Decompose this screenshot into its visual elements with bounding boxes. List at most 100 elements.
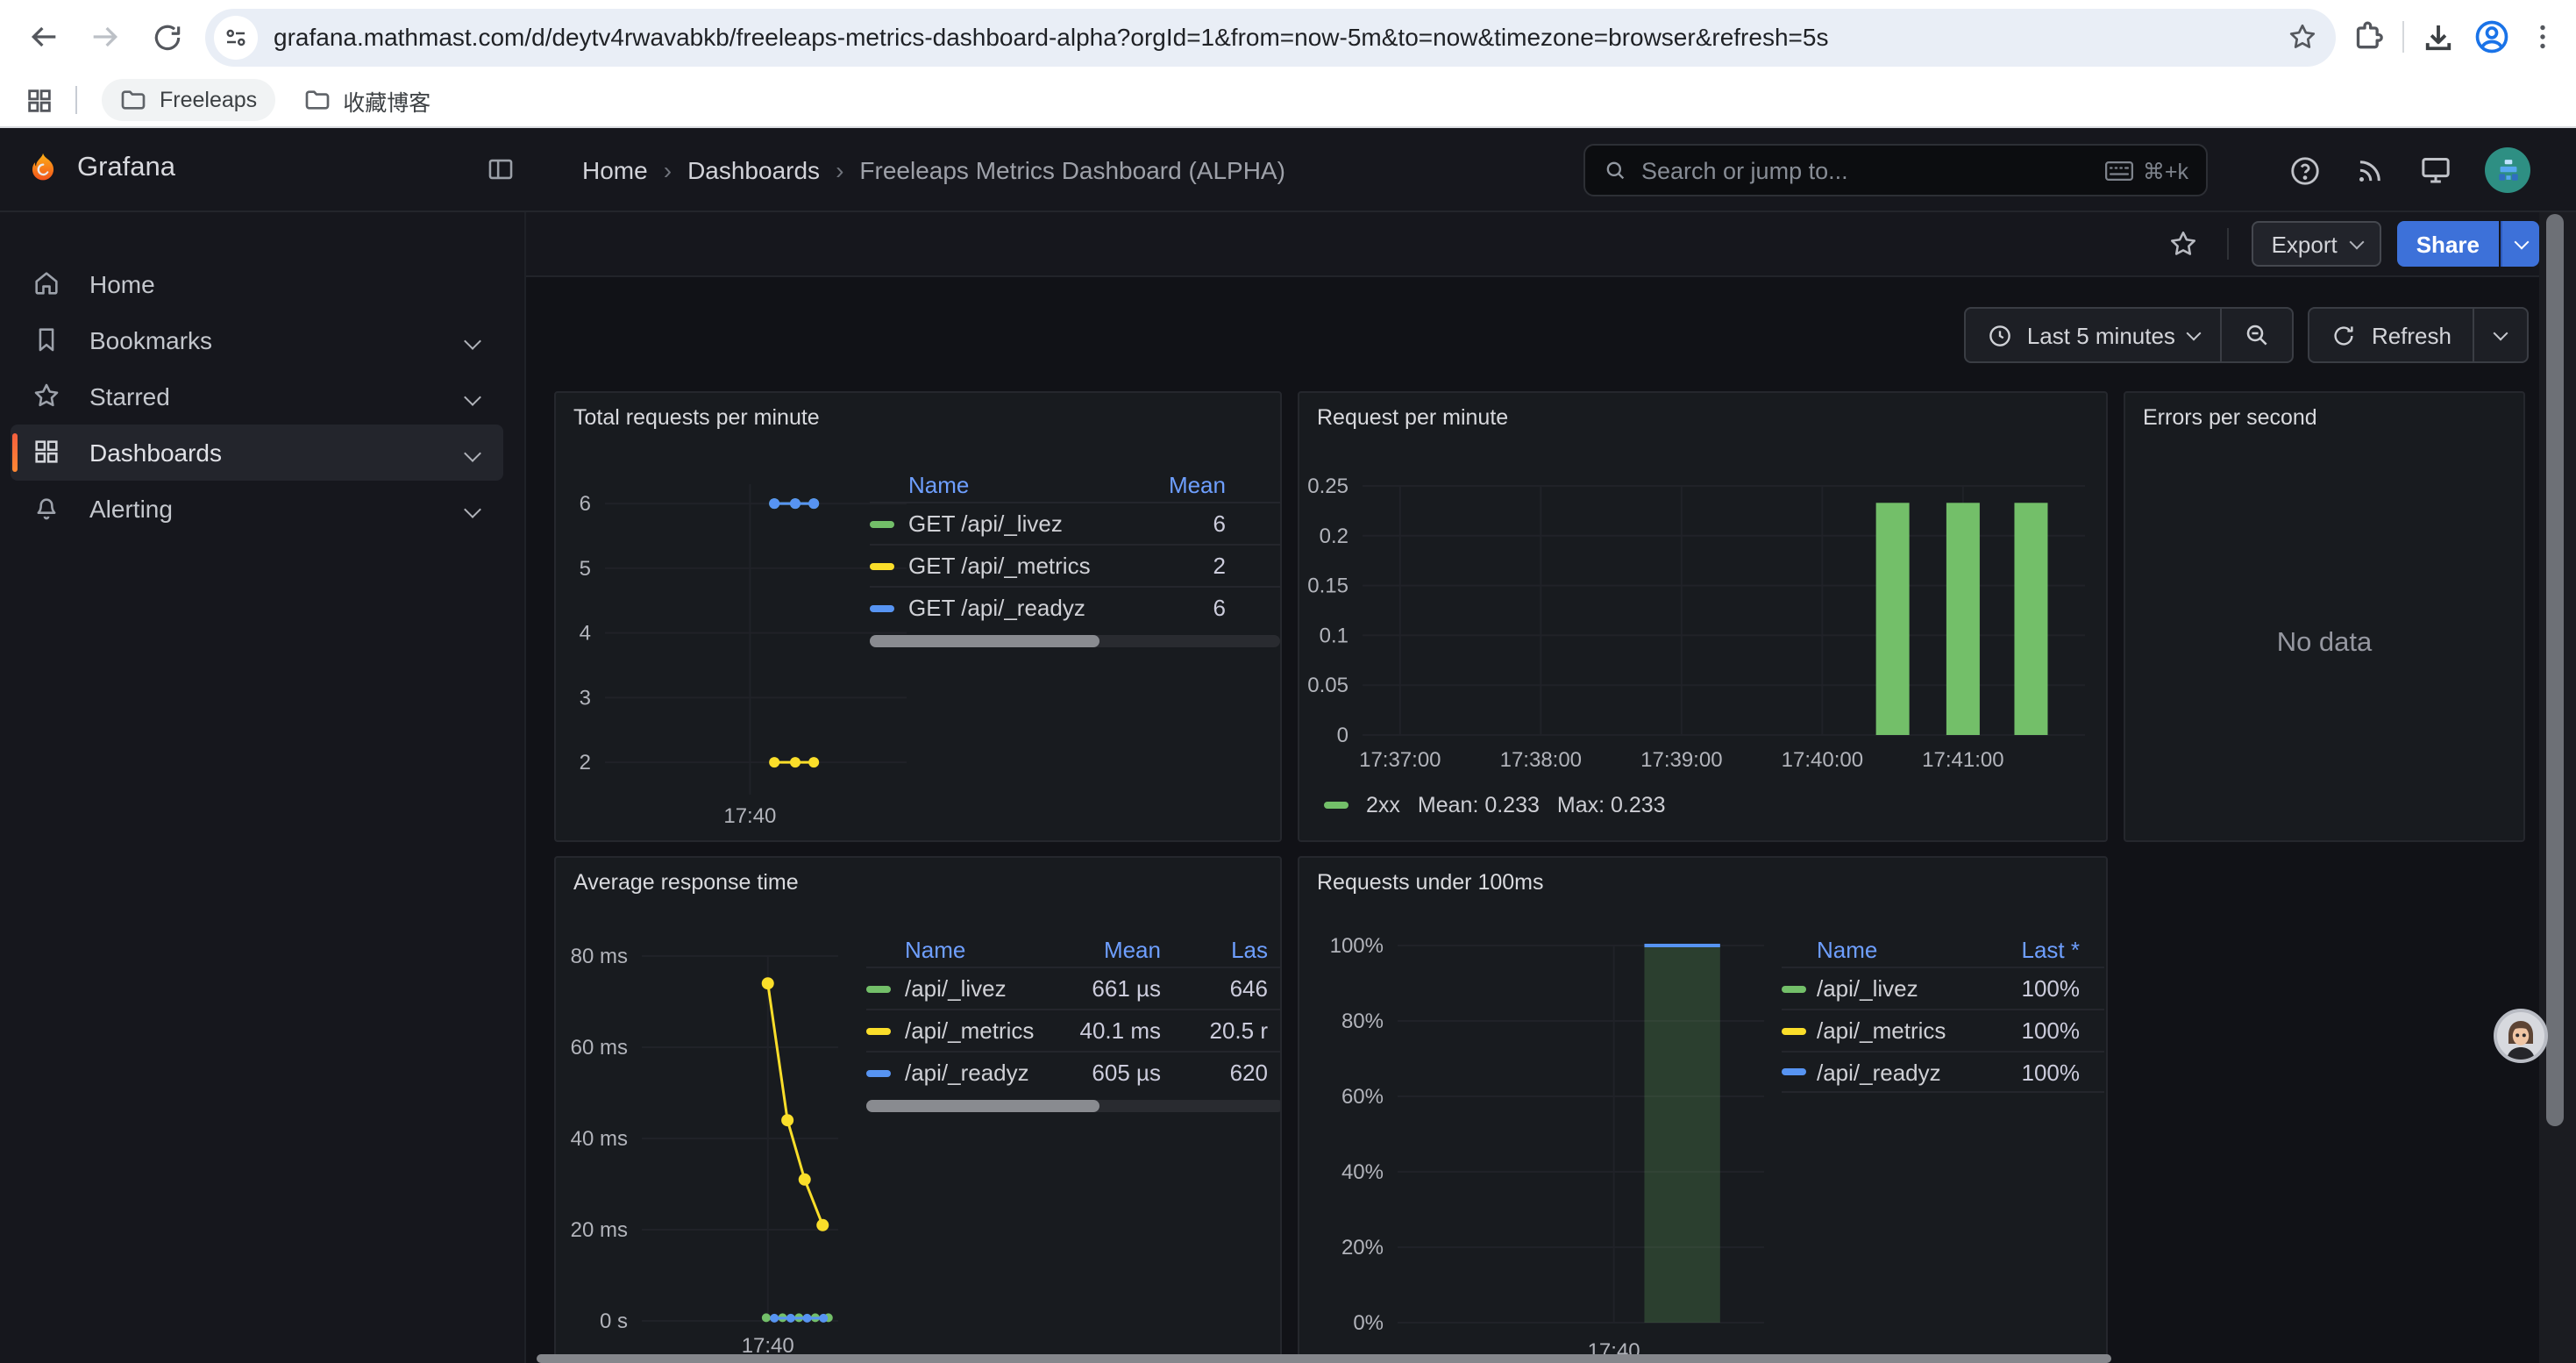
panel-title[interactable]: Errors per second: [2143, 405, 2317, 430]
share-button[interactable]: Share: [2397, 221, 2499, 267]
site-info-icon[interactable]: [214, 15, 258, 59]
chevron-down-icon[interactable]: [464, 500, 481, 517]
refresh-group: Refresh: [2309, 307, 2529, 363]
legend-row[interactable]: GET /api/_readyz 6: [870, 586, 1280, 628]
refresh-button[interactable]: Refresh: [2310, 309, 2473, 361]
forward-icon[interactable]: [82, 14, 128, 60]
scrollbar-thumb[interactable]: [866, 1100, 1100, 1112]
user-avatar[interactable]: [2485, 147, 2530, 193]
topnav-icons: [2288, 128, 2530, 212]
series-name[interactable]: /api/_livez: [1817, 975, 1975, 1002]
scrollbar-thumb[interactable]: [870, 635, 1099, 647]
share-button-group: Share: [2397, 221, 2539, 267]
series-name[interactable]: GET /api/_metrics: [908, 553, 1124, 579]
legend-row[interactable]: GET /api/_livez 6: [870, 502, 1280, 544]
panel-requests-under-100ms[interactable]: Requests under 100ms 100%80%60%40%20%0%1…: [1298, 856, 2108, 1363]
breadcrumb: Home › Dashboards › Freeleaps Metrics Da…: [582, 128, 1285, 212]
series-name[interactable]: /api/_readyz: [905, 1060, 1056, 1086]
series-name[interactable]: /api/_readyz: [1817, 1059, 1975, 1085]
svg-text:60%: 60%: [1341, 1085, 1384, 1109]
address-bar[interactable]: grafana.mathmast.com/d/deytv4rwavabkb/fr…: [205, 8, 2336, 66]
breadcrumb-dashboards[interactable]: Dashboards: [687, 156, 820, 184]
series-name[interactable]: GET /api/_readyz: [908, 595, 1124, 621]
url-text[interactable]: grafana.mathmast.com/d/deytv4rwavabkb/fr…: [274, 23, 2271, 51]
favorite-star-icon[interactable]: [2168, 228, 2200, 260]
help-icon[interactable]: [2288, 153, 2322, 187]
legend-inline[interactable]: 2xx Mean: 0.233 Max: 0.233: [1324, 793, 1666, 817]
vertical-scrollbar-thumb[interactable]: [2546, 214, 2564, 1126]
legend-header: Name Mean Las: [866, 931, 1282, 967]
sidebar-item-starred[interactable]: Starred: [11, 368, 503, 425]
series-name[interactable]: /api/_metrics: [1817, 1017, 1975, 1044]
legend-scrollbar[interactable]: [870, 635, 1280, 647]
legend-row[interactable]: /api/_readyz 605 µs 620: [866, 1051, 1282, 1093]
news-rss-icon[interactable]: [2353, 153, 2387, 187]
downloads-icon[interactable]: [2420, 18, 2457, 55]
sidebar-item-home[interactable]: Home: [11, 256, 503, 312]
assistant-avatar[interactable]: [2494, 1009, 2548, 1063]
legend-col-last[interactable]: Last *: [1975, 936, 2080, 962]
chevron-down-icon[interactable]: [464, 332, 481, 349]
series-mean: 40.1 ms: [1056, 1017, 1161, 1044]
legend-col-name[interactable]: Name: [908, 471, 1124, 497]
legend-col-last[interactable]: Las: [1161, 936, 1268, 962]
grafana-logo[interactable]: [25, 151, 61, 188]
series-name[interactable]: /api/_livez: [905, 975, 1056, 1002]
legend-row[interactable]: GET /api/_metrics 2: [870, 544, 1280, 586]
bookmark-folder-freeleaps[interactable]: Freeleaps: [102, 79, 274, 121]
zoom-out-button[interactable]: [2223, 309, 2293, 361]
series-name[interactable]: GET /api/_livez: [908, 510, 1124, 537]
profile-icon[interactable]: [2473, 18, 2511, 56]
legend-row[interactable]: /api/_metrics 40.1 ms 20.5 r: [866, 1009, 1282, 1051]
sidebar-item-label: Alerting: [89, 495, 173, 523]
panel-request-per-minute[interactable]: Request per minute 0.250.20.150.10.05017…: [1298, 391, 2108, 842]
legend-row[interactable]: /api/_livez 100%: [1782, 967, 2104, 1009]
panel-total-requests-per-minute[interactable]: Total requests per minute 6543217:40 Nam…: [554, 391, 1282, 842]
legend-col-mean[interactable]: Mean: [1056, 936, 1161, 962]
legend-row[interactable]: /api/_readyz 100%: [1782, 1051, 2104, 1093]
panel-average-response-time[interactable]: Average response time 80 ms60 ms40 ms20 …: [554, 856, 1282, 1363]
bookmark-star-icon[interactable]: [2287, 21, 2318, 53]
time-controls: Last 5 minutes Refresh: [526, 307, 2576, 363]
share-menu-button[interactable]: [2501, 221, 2539, 267]
sidebar-item-bookmarks[interactable]: Bookmarks: [11, 312, 503, 368]
svg-text:17:40:00: 17:40:00: [1782, 748, 1863, 772]
reload-icon[interactable]: [144, 14, 189, 60]
legend-col-name[interactable]: Name: [905, 936, 1056, 962]
series-name[interactable]: /api/_metrics: [905, 1017, 1056, 1044]
chevron-down-icon[interactable]: [464, 444, 481, 461]
svg-text:20%: 20%: [1341, 1236, 1384, 1260]
horizontal-scrollbar-thumb[interactable]: [537, 1354, 2111, 1363]
extensions-icon[interactable]: [2352, 19, 2387, 54]
apps-grid-icon[interactable]: [25, 85, 54, 115]
chevron-down-icon: [2514, 234, 2529, 249]
svg-text:3: 3: [580, 686, 591, 710]
time-range-label: Last 5 minutes: [2027, 322, 2175, 348]
legend-row[interactable]: /api/_livez 661 µs 646: [866, 967, 1282, 1009]
search-placeholder: Search or jump to...: [1641, 157, 2090, 183]
svg-text:17:37:00: 17:37:00: [1359, 748, 1441, 772]
svg-text:0.25: 0.25: [1307, 475, 1348, 498]
legend-row[interactable]: /api/_metrics 100%: [1782, 1009, 2104, 1051]
browser-menu-icon[interactable]: [2527, 21, 2558, 53]
mega-menu-toggle-icon[interactable]: [486, 154, 516, 193]
sidebar-item-dashboards[interactable]: Dashboards: [11, 425, 503, 481]
refresh-interval-button[interactable]: [2474, 309, 2527, 361]
legend-col-name[interactable]: Name: [1817, 936, 1975, 962]
back-icon[interactable]: [21, 14, 67, 60]
monitor-icon[interactable]: [2418, 153, 2453, 188]
active-accent-bar: [12, 433, 18, 472]
bookmark-folder-blogs[interactable]: 收藏博客: [285, 79, 448, 121]
chevron-down-icon: [2187, 326, 2202, 341]
panel-errors-per-second[interactable]: Errors per second No data: [2124, 391, 2525, 842]
series-name[interactable]: 2xx: [1366, 793, 1400, 817]
export-button[interactable]: Export: [2252, 221, 2381, 267]
chevron-down-icon[interactable]: [464, 388, 481, 405]
legend-col-mean[interactable]: Mean: [1124, 471, 1226, 497]
time-range-picker[interactable]: Last 5 minutes: [1966, 309, 2221, 361]
breadcrumb-home[interactable]: Home: [582, 156, 648, 184]
search-input[interactable]: Search or jump to... ⌘+k: [1583, 144, 2208, 196]
svg-text:40%: 40%: [1341, 1160, 1384, 1184]
sidebar-item-alerting[interactable]: Alerting: [11, 481, 503, 537]
legend-scrollbar[interactable]: [866, 1100, 1282, 1112]
